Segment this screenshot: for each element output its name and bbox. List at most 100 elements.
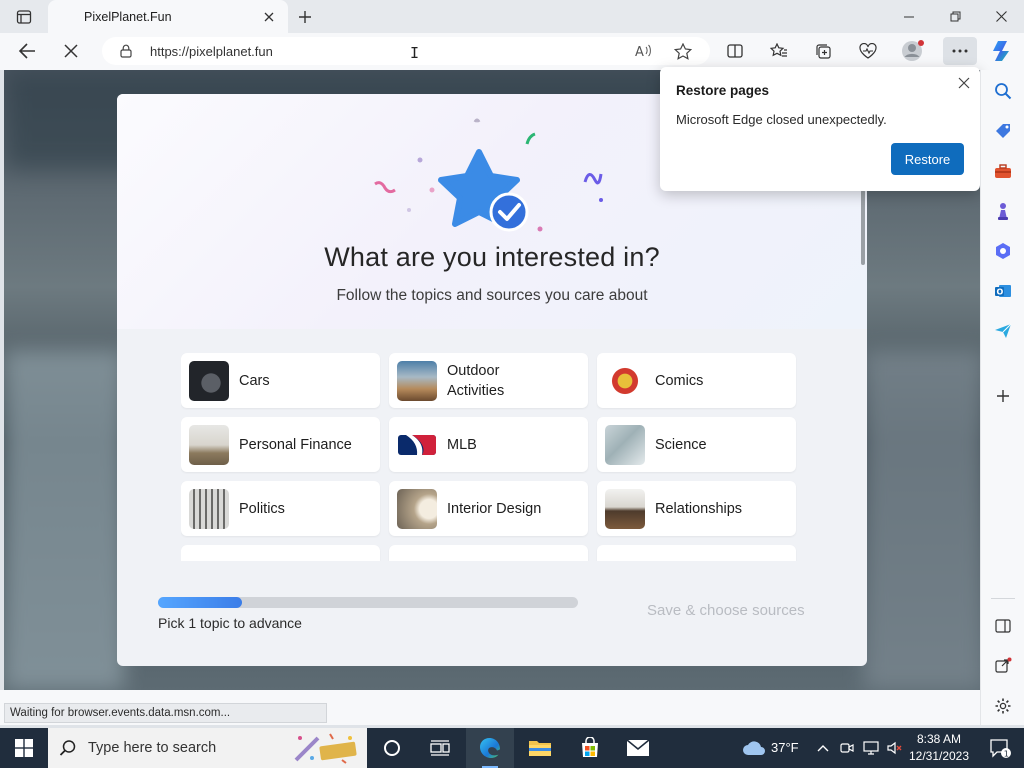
topic-label: MLB bbox=[447, 436, 477, 453]
address-bar[interactable]: https://pixelplanet.fun bbox=[102, 37, 710, 65]
interior-design-thumbnail bbox=[397, 488, 437, 529]
games-icon[interactable] bbox=[989, 197, 1017, 225]
url-text: https://pixelplanet.fun bbox=[150, 43, 273, 59]
minimize-button[interactable] bbox=[886, 0, 932, 33]
restore-button[interactable]: Restore bbox=[891, 143, 964, 175]
favorites-icon[interactable] bbox=[764, 37, 794, 65]
taskbar-search-box[interactable]: Type here to search bbox=[48, 728, 367, 768]
microsoft-365-icon[interactable] bbox=[989, 237, 1017, 265]
lock-icon[interactable] bbox=[116, 44, 136, 58]
politics-thumbnail bbox=[189, 488, 229, 529]
topic-card-relationships[interactable]: Relationships bbox=[597, 481, 796, 536]
send-icon[interactable] bbox=[989, 317, 1017, 345]
relationships-thumbnail bbox=[605, 488, 645, 529]
svg-text:O: O bbox=[997, 288, 1004, 297]
cortana-icon[interactable] bbox=[368, 728, 416, 768]
progress-bar bbox=[158, 597, 578, 608]
popup-message: Microsoft Edge closed unexpectedly. bbox=[676, 112, 887, 127]
shopping-tag-icon[interactable] bbox=[989, 117, 1017, 145]
meet-now-icon[interactable] bbox=[836, 728, 858, 768]
notification-count: 1 bbox=[1004, 750, 1009, 759]
back-button[interactable] bbox=[12, 37, 42, 65]
topic-card-interior-design[interactable]: Interior Design bbox=[389, 481, 588, 536]
task-view-icon[interactable] bbox=[416, 728, 464, 768]
search-icon[interactable] bbox=[989, 77, 1017, 105]
collections-icon[interactable] bbox=[808, 37, 838, 65]
browser-toolbar: https://pixelplanet.fun A bbox=[0, 33, 1024, 70]
topic-card-personal-finance[interactable]: Personal Finance bbox=[181, 417, 380, 472]
title-bar: PixelPlanet.Fun bbox=[0, 0, 1024, 33]
stop-loading-button[interactable] bbox=[56, 37, 86, 65]
background-blur bbox=[864, 350, 980, 690]
sidebar-divider bbox=[991, 598, 1015, 599]
status-text: Waiting for browser.events.data.msn.com.… bbox=[4, 703, 327, 723]
svg-text:A: A bbox=[635, 45, 644, 59]
weather-cloud-icon[interactable] bbox=[736, 728, 772, 768]
new-year-decoration-icon bbox=[294, 733, 357, 764]
popup-title: Restore pages bbox=[676, 83, 770, 98]
browser-essentials-icon[interactable] bbox=[853, 37, 883, 65]
science-thumbnail bbox=[605, 424, 645, 465]
favorite-star-icon[interactable] bbox=[668, 37, 698, 65]
weather-temperature[interactable]: 37°F bbox=[771, 740, 799, 755]
browser-tab[interactable]: PixelPlanet.Fun bbox=[48, 0, 288, 33]
gear-icon[interactable] bbox=[989, 692, 1017, 720]
mail-icon[interactable] bbox=[614, 728, 662, 768]
file-explorer-icon[interactable] bbox=[516, 728, 564, 768]
outlook-icon[interactable]: O bbox=[989, 277, 1017, 305]
progress-fill bbox=[158, 597, 242, 608]
topic-label: Outdoor Activities bbox=[447, 362, 505, 399]
profile-avatar[interactable] bbox=[898, 37, 928, 65]
topic-card-cars[interactable]: Cars bbox=[181, 353, 380, 408]
topic-label: Cars bbox=[239, 372, 270, 389]
external-link-icon[interactable] bbox=[989, 652, 1017, 680]
copilot-icon[interactable] bbox=[987, 37, 1017, 65]
settings-more-button[interactable] bbox=[943, 37, 977, 65]
topic-card-science[interactable]: Science bbox=[597, 417, 796, 472]
cars-thumbnail bbox=[189, 360, 229, 401]
hide-sidebar-icon[interactable] bbox=[989, 612, 1017, 640]
tab-actions-icon[interactable] bbox=[8, 6, 40, 28]
save-and-choose-sources-button[interactable]: Save & choose sources bbox=[647, 602, 805, 619]
dialog-title: What are you interested in? bbox=[324, 242, 660, 272]
notification-center-icon[interactable]: 1 bbox=[980, 728, 1020, 768]
tools-icon[interactable] bbox=[989, 157, 1017, 185]
network-icon[interactable] bbox=[860, 728, 882, 768]
search-placeholder: Type here to search bbox=[88, 740, 217, 756]
restore-window-button[interactable] bbox=[932, 0, 978, 33]
add-icon[interactable] bbox=[989, 382, 1017, 410]
topic-card-comics[interactable]: Comics bbox=[597, 353, 796, 408]
topic-label: Politics bbox=[239, 500, 285, 517]
close-tab-icon[interactable] bbox=[260, 8, 278, 26]
tab-title: PixelPlanet.Fun bbox=[84, 9, 172, 24]
mlb-logo-thumbnail bbox=[397, 424, 437, 465]
outdoor-activities-thumbnail bbox=[397, 360, 437, 401]
status-bar: Waiting for browser.events.data.msn.com.… bbox=[0, 690, 980, 725]
comics-thumbnail bbox=[605, 360, 645, 401]
close-icon[interactable] bbox=[954, 73, 974, 93]
topic-label: Interior Design bbox=[447, 500, 542, 517]
start-button[interactable] bbox=[0, 728, 48, 768]
chevron-up-icon[interactable] bbox=[812, 728, 834, 768]
topic-card-outdoor-activities[interactable]: Outdoor Activities bbox=[389, 353, 588, 408]
background-blur bbox=[4, 350, 124, 690]
progress-label: Pick 1 topic to advance bbox=[158, 615, 302, 631]
split-screen-icon[interactable] bbox=[720, 37, 750, 65]
topic-card-partial[interactable] bbox=[597, 545, 796, 561]
topic-card-politics[interactable]: Politics bbox=[181, 481, 380, 536]
text-cursor-icon: I bbox=[410, 44, 420, 62]
edge-taskbar-icon[interactable] bbox=[466, 728, 514, 768]
close-window-button[interactable] bbox=[978, 0, 1024, 33]
read-aloud-icon[interactable]: A bbox=[628, 37, 658, 65]
dialog-subtitle: Follow the topics and sources you care a… bbox=[336, 287, 648, 304]
microsoft-store-icon[interactable] bbox=[566, 728, 614, 768]
taskbar-clock[interactable]: 8:38 AM 12/31/2023 bbox=[906, 731, 972, 765]
new-tab-button[interactable] bbox=[292, 6, 318, 28]
scrollbar-thumb[interactable] bbox=[861, 190, 865, 265]
volume-muted-icon[interactable] bbox=[884, 728, 906, 768]
topic-card-partial[interactable] bbox=[389, 545, 588, 561]
topic-card-mlb[interactable]: MLB bbox=[389, 417, 588, 472]
topic-card-partial[interactable] bbox=[181, 545, 380, 561]
windows-taskbar: Type here to search 37°F 8:38 AM 12/31/2… bbox=[0, 728, 1024, 768]
topic-grid: Cars Outdoor Activities Comics Personal … bbox=[181, 353, 801, 561]
